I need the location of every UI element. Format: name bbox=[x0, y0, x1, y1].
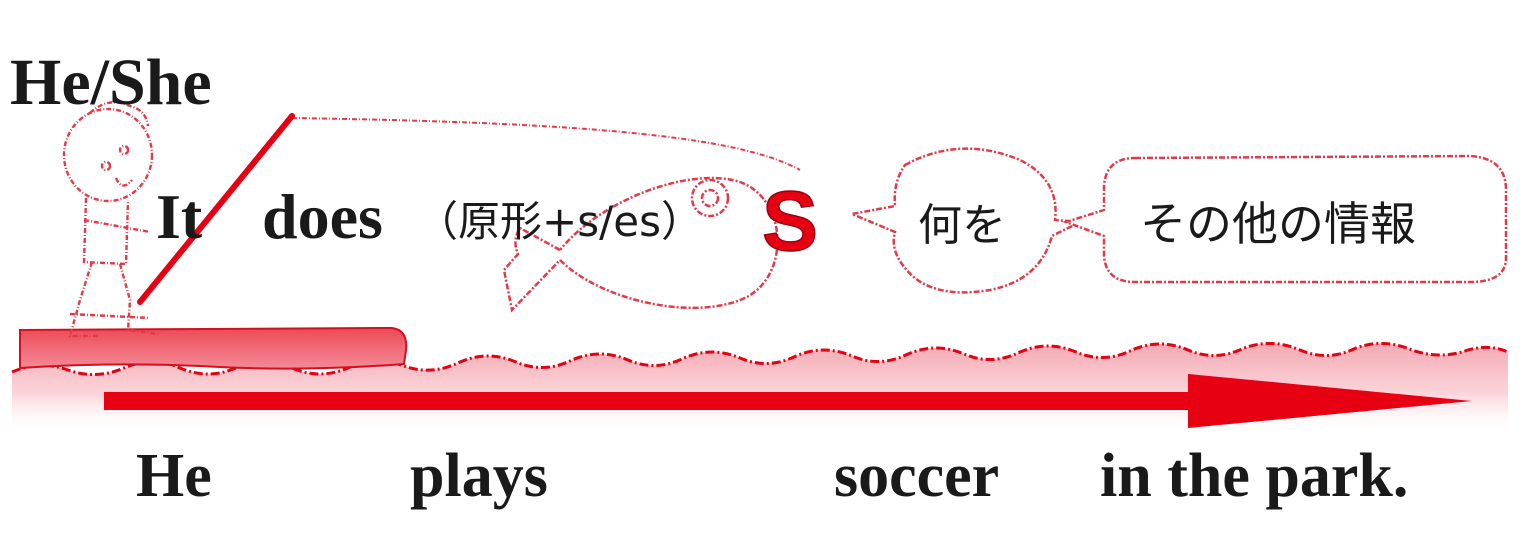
s-mark: S bbox=[762, 174, 818, 268]
fishing-line bbox=[291, 117, 801, 171]
does-word: does bbox=[262, 181, 383, 252]
verb-form-note: （原形+s/es） bbox=[416, 197, 703, 246]
subject-label: He/She bbox=[10, 46, 212, 119]
sentence-subject: He bbox=[136, 442, 212, 510]
sentence-verb: plays bbox=[410, 442, 548, 510]
bubble-what-text: 何を bbox=[918, 200, 1006, 251]
sentence-object: soccer bbox=[834, 442, 999, 510]
it-word: It bbox=[156, 181, 203, 252]
bubble-other-info-text: その他の情報 bbox=[1140, 197, 1416, 251]
pier bbox=[19, 326, 408, 370]
sentence-rest: in the park. bbox=[1100, 442, 1408, 510]
fishing-sentence-diagram: He/She It does （原形+s/es） S 何を その他の情報 He … bbox=[10, 46, 1509, 510]
